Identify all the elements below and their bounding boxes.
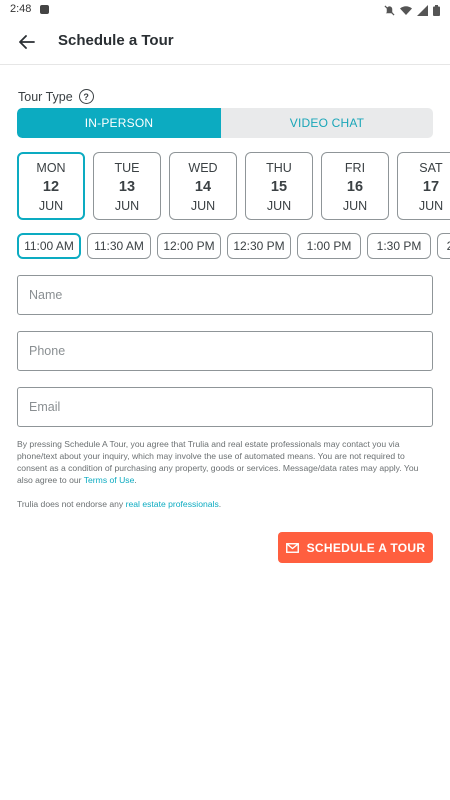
real-estate-professionals-link[interactable]: real estate professionals [126,499,219,509]
schedule-tour-button[interactable]: SCHEDULE A TOUR [278,532,433,563]
email-input[interactable] [18,388,432,426]
time-chip-1200pm[interactable]: 12:00 PM [157,233,221,259]
in-person-tab[interactable]: IN-PERSON [17,108,221,138]
legal-text-end: . [134,475,137,485]
phone-field [17,331,433,371]
status-bar: 2:48 [0,0,450,20]
date-card-tue[interactable]: TUE 13 JUN [93,152,161,220]
date-number: 13 [118,179,136,195]
date-number: 17 [422,179,440,195]
date-selector: MON 12 JUN TUE 13 JUN WED 14 JUN THU 15 … [17,152,450,222]
terms-of-use-link[interactable]: Terms of Use [84,475,135,485]
date-day: MON [36,161,66,175]
time-chip-100pm[interactable]: 1:00 PM [297,233,361,259]
date-number: 14 [194,179,212,195]
app-bar: Schedule a Tour [0,20,450,65]
endorse-text-end: . [218,499,222,509]
back-button[interactable] [14,29,40,55]
legal-text: By pressing Schedule A Tour, you agree t… [17,439,419,485]
legal-disclaimer: By pressing Schedule A Tour, you agree t… [17,438,433,486]
page-title: Schedule a Tour [58,32,174,49]
date-card-thu[interactable]: THU 15 JUN [245,152,313,220]
date-number: 16 [346,179,364,195]
arrow-left-icon [19,35,35,49]
endorse-disclaimer: Trulia does not endorse any real estate … [17,499,221,509]
mute-icon [384,3,395,21]
tour-type-toggle: IN-PERSON VIDEO CHAT [17,108,433,138]
name-field [17,275,433,315]
video-chat-tab[interactable]: VIDEO CHAT [221,108,433,138]
help-icon[interactable]: ? [78,89,94,104]
date-card-wed[interactable]: WED 14 JUN [169,152,237,220]
date-number: 12 [42,179,60,195]
tour-type-text: Tour Type [18,89,73,104]
date-month: JUN [266,199,292,213]
schedule-tour-label: SCHEDULE A TOUR [306,540,426,555]
email-field [17,387,433,427]
date-day: THU [266,161,292,175]
time-chip-1230pm[interactable]: 12:30 PM [227,233,291,259]
time-selector: 11:00 AM 11:30 AM 12:00 PM 12:30 PM 1:00… [17,233,450,261]
date-day: SAT [419,161,443,175]
time-chip-1100am[interactable]: 11:00 AM [17,233,81,259]
date-card-sat[interactable]: SAT 17 JUN [397,152,450,220]
time-chip-200pm[interactable]: 2:00 PM [437,233,450,259]
notification-icon [40,5,49,14]
mail-icon [285,542,299,553]
status-icons [384,3,440,21]
battery-icon [433,3,440,21]
wifi-icon [400,3,412,21]
status-time: 2:48 [10,3,32,15]
endorse-text: Trulia does not endorse any [17,499,126,509]
date-day: WED [188,161,218,175]
date-month: JUN [38,199,64,213]
date-card-fri[interactable]: FRI 16 JUN [321,152,389,220]
time-chip-1130am[interactable]: 11:30 AM [87,233,151,259]
date-card-mon[interactable]: MON 12 JUN [17,152,85,220]
time-chip-130pm[interactable]: 1:30 PM [367,233,431,259]
date-month: JUN [342,199,368,213]
tour-type-label: Tour Type ? [18,89,94,104]
phone-input[interactable] [18,332,432,370]
date-day: TUE [114,161,140,175]
name-input[interactable] [18,276,432,314]
date-number: 15 [270,179,288,195]
date-month: JUN [418,199,444,213]
date-month: JUN [190,199,216,213]
date-month: JUN [114,199,140,213]
signal-icon [417,3,428,21]
date-day: FRI [344,161,366,175]
